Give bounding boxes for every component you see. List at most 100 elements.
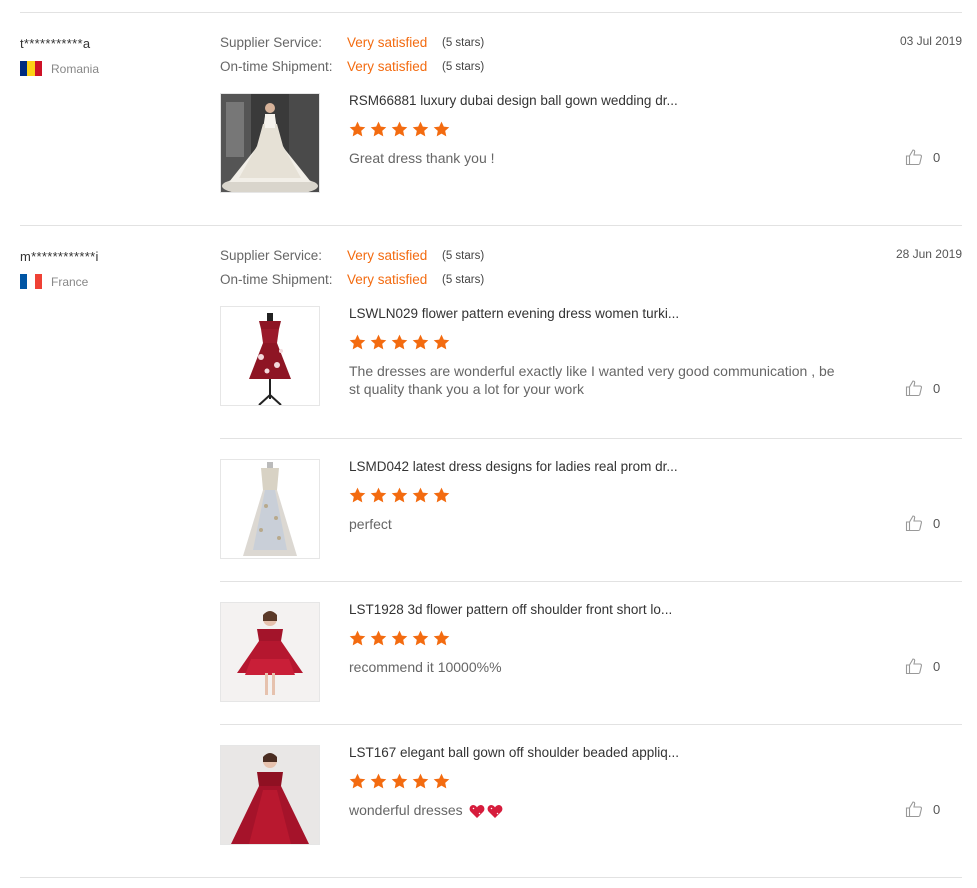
like-count: 0 [933, 801, 941, 817]
flag-stripe [27, 274, 35, 289]
supplier-service-rating: Supplier Service: Very satisfied (5 star… [220, 248, 484, 263]
rating-label: On-time Shipment: [220, 59, 333, 74]
rating-stars-text: (5 stars) [442, 36, 485, 49]
like-button[interactable]: 0 [905, 800, 940, 818]
product-rating-stars [349, 121, 450, 138]
sparkling-heart-icon [487, 804, 502, 818]
top-divider [20, 12, 962, 13]
like-count: 0 [933, 658, 941, 674]
review-comment: wonderful dresses [349, 801, 849, 819]
review-date: 28 Jun 2019 [895, 247, 962, 261]
product-image[interactable] [220, 306, 320, 406]
sparkling-heart-icon [469, 804, 484, 818]
country-name: Romania [51, 61, 100, 76]
rating-value: Very satisfied [347, 248, 428, 263]
star-icon [412, 773, 429, 789]
like-count: 0 [933, 149, 941, 165]
rating-label: Supplier Service: [220, 35, 323, 50]
like-count: 0 [933, 380, 941, 396]
flag-stripe [34, 61, 42, 76]
flag-stripe [27, 61, 35, 76]
star-icon [370, 334, 387, 350]
product-name[interactable]: LSMD042 latest dress designs for ladies … [349, 459, 678, 474]
rating-stars-text: (5 stars) [442, 273, 485, 286]
star-icon [412, 630, 429, 646]
buyer-name: m************i [20, 249, 99, 264]
star-icon [412, 487, 429, 503]
red-girl-ball-gown-photo [221, 746, 319, 844]
rating-label: On-time Shipment: [220, 272, 333, 287]
review-date: 03 Jul 2019 [899, 34, 962, 48]
star-icon [391, 630, 408, 646]
product-name[interactable]: LST1928 3d flower pattern off shoulder f… [349, 602, 672, 617]
comment-text: wonderful dresses [349, 802, 463, 818]
star-icon [412, 121, 429, 137]
star-icon [391, 773, 408, 789]
product-divider [220, 724, 962, 725]
star-icon [349, 773, 366, 789]
star-icon [433, 630, 450, 646]
like-button[interactable]: 0 [905, 514, 940, 532]
france-flag-icon [20, 274, 42, 289]
star-icon [370, 630, 387, 646]
review-comment: Great dress thank you ! [349, 150, 495, 166]
review-comment: recommend it 10000%% [349, 659, 502, 675]
review-comment: The dresses are wonderful exactly like I… [349, 363, 835, 397]
like-button[interactable]: 0 [905, 657, 940, 675]
product-divider [220, 581, 962, 582]
product-image[interactable] [220, 745, 320, 845]
shipment-rating: On-time Shipment: Very satisfied (5 star… [220, 59, 484, 74]
country-name: France [51, 274, 89, 289]
star-icon [349, 334, 366, 350]
shipment-rating: On-time Shipment: Very satisfied (5 star… [220, 272, 484, 287]
like-count: 0 [933, 515, 941, 531]
review-divider [20, 225, 962, 226]
buyer-name: t***********a [20, 36, 91, 51]
star-icon [391, 334, 408, 350]
star-icon [349, 487, 366, 503]
rating-value: Very satisfied [347, 59, 428, 74]
star-icon [433, 121, 450, 137]
supplier-service-rating: Supplier Service: Very satisfied (5 star… [220, 35, 484, 50]
star-icon [391, 487, 408, 503]
thumbs-up-icon [905, 149, 923, 166]
flag-stripe [20, 61, 28, 76]
rating-label: Supplier Service: [220, 248, 323, 263]
product-rating-stars [349, 487, 450, 504]
product-image[interactable] [220, 602, 320, 702]
red-girl-hi-lo-dress-photo [221, 603, 319, 701]
like-button[interactable]: 0 [905, 379, 940, 397]
rating-stars-text: (5 stars) [442, 60, 485, 73]
star-icon [412, 334, 429, 350]
star-icon [349, 630, 366, 646]
thumbs-up-icon [905, 515, 923, 532]
thumbs-up-icon [905, 380, 923, 397]
review-comment: perfect [349, 516, 392, 532]
product-image[interactable] [220, 93, 320, 193]
champagne-lace-gown-photo [221, 460, 319, 558]
romania-flag-icon [20, 61, 42, 76]
product-divider [220, 438, 962, 439]
thumbs-up-icon [905, 658, 923, 675]
star-icon [391, 121, 408, 137]
star-icon [433, 334, 450, 350]
product-name[interactable]: RSM66881 luxury dubai design ball gown w… [349, 93, 678, 108]
flag-stripe [34, 274, 42, 289]
rating-value: Very satisfied [347, 272, 428, 287]
buyer-country: France [20, 274, 88, 289]
white-ball-gown-photo [221, 94, 319, 192]
star-icon [433, 773, 450, 789]
product-rating-stars [349, 630, 450, 647]
rating-value: Very satisfied [347, 35, 428, 50]
product-name[interactable]: LSWLN029 flower pattern evening dress wo… [349, 306, 679, 321]
product-image[interactable] [220, 459, 320, 559]
product-rating-stars [349, 773, 450, 790]
thumbs-up-icon [905, 801, 923, 818]
star-icon [433, 487, 450, 503]
buyer-country: Romania [20, 61, 99, 76]
star-icon [349, 121, 366, 137]
rating-stars-text: (5 stars) [442, 249, 485, 262]
product-name[interactable]: LST167 elegant ball gown off shoulder be… [349, 745, 679, 760]
star-icon [370, 487, 387, 503]
like-button[interactable]: 0 [905, 148, 940, 166]
